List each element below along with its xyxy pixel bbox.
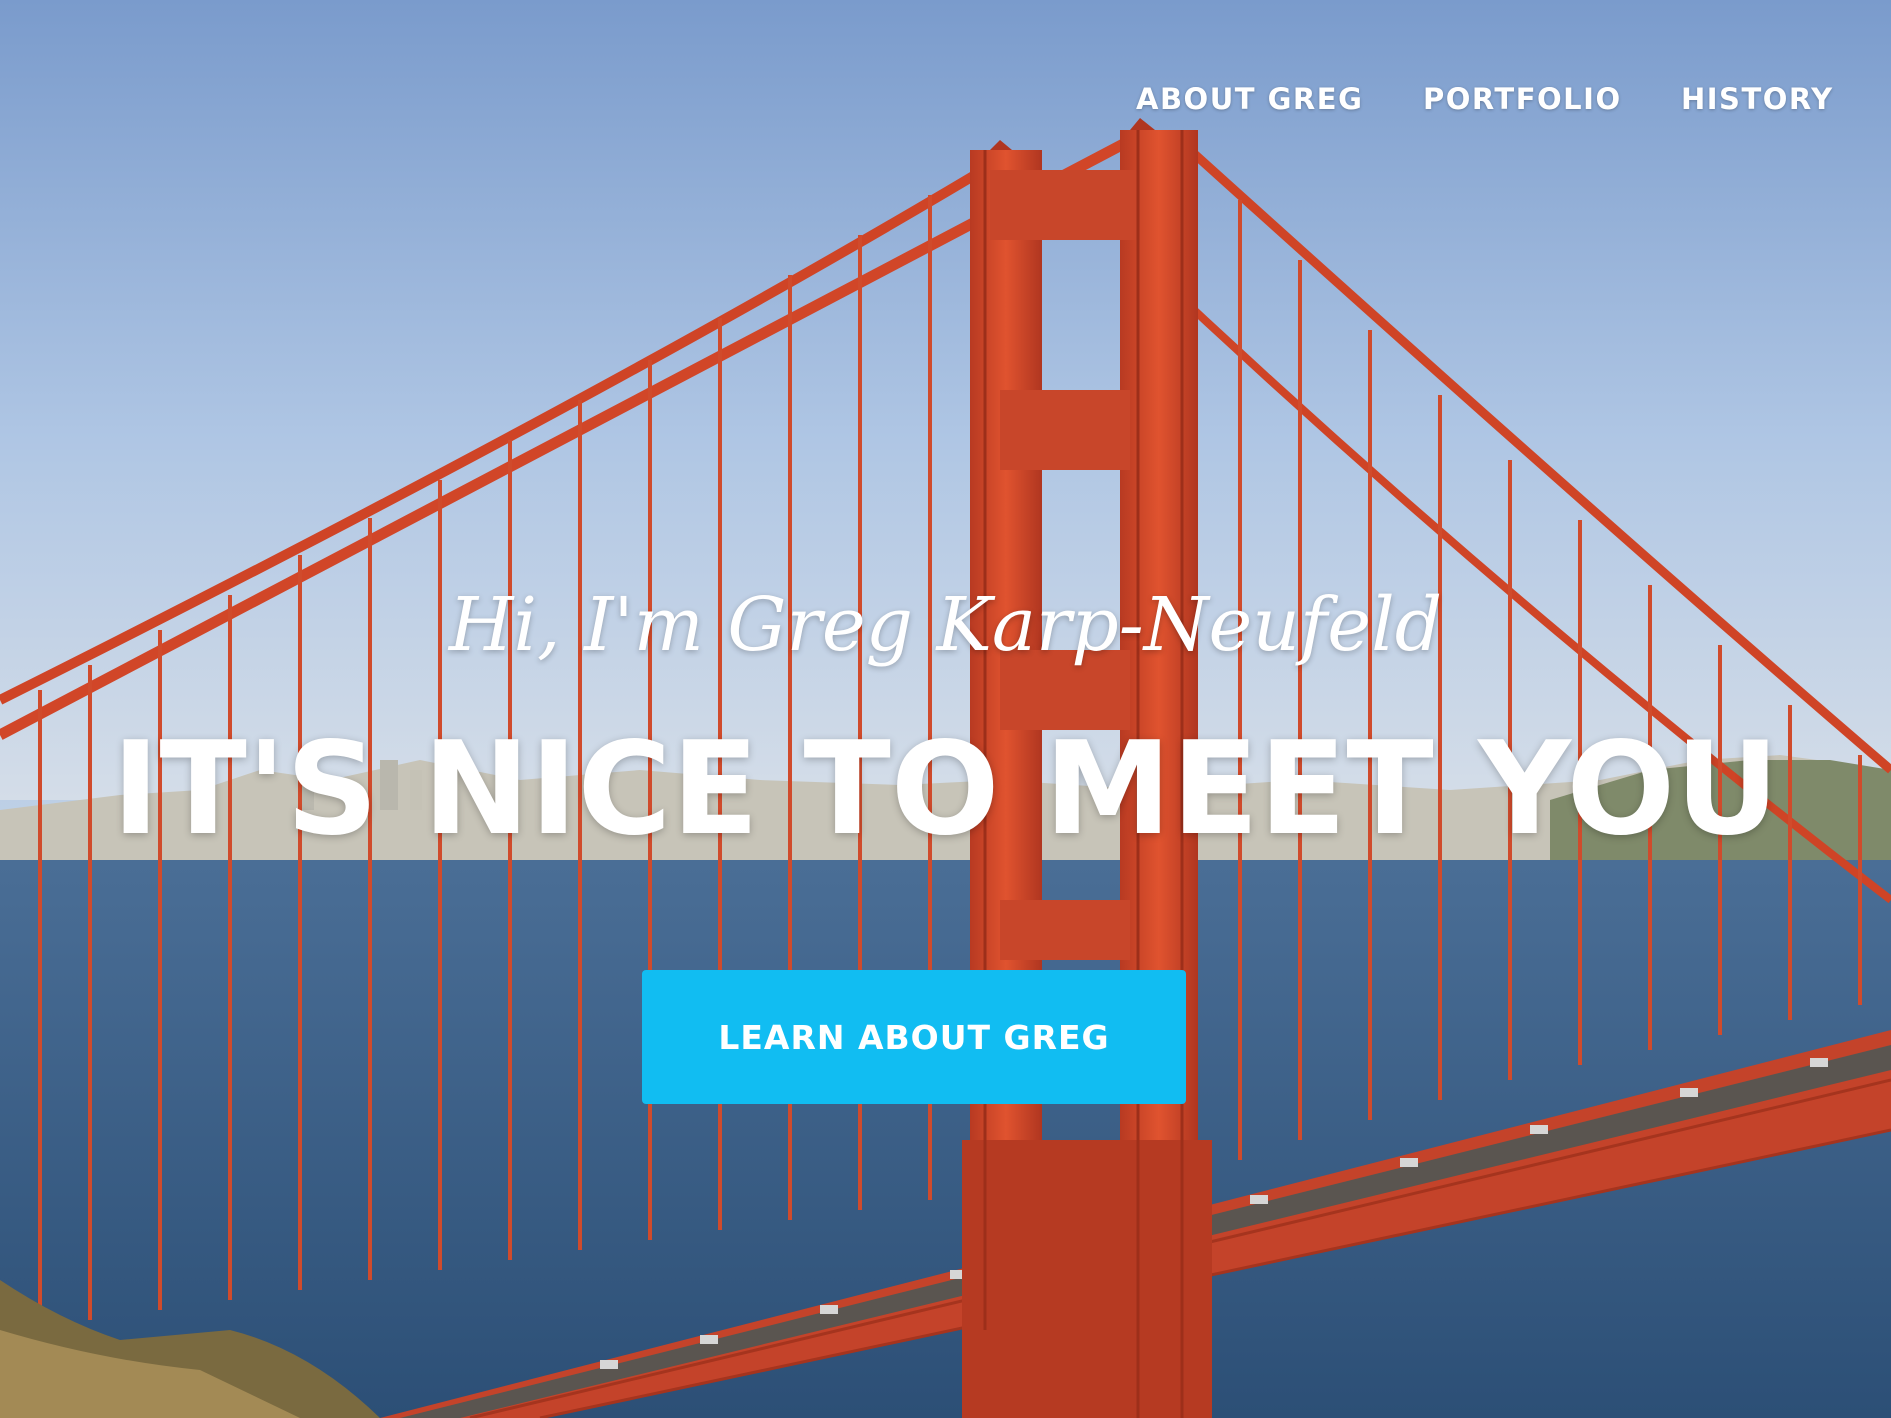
learn-about-greg-button[interactable]: LEARN ABOUT GREG bbox=[642, 970, 1186, 1104]
golden-gate-bridge-image bbox=[0, 0, 1891, 1418]
nav-item-about-greg[interactable]: ABOUT GREG bbox=[1136, 82, 1363, 116]
hero-section: ABOUT GREG PORTFOLIO HISTORY Hi, I'm Gre… bbox=[0, 0, 1891, 1418]
learn-about-greg-button-label: LEARN ABOUT GREG bbox=[718, 1017, 1110, 1057]
hero-headline: IT'S NICE TO MEET YOU bbox=[111, 715, 1780, 864]
nav-item-history[interactable]: HISTORY bbox=[1681, 82, 1834, 116]
hero-intro-text: Hi, I'm Greg Karp-Neufeld bbox=[448, 582, 1443, 668]
main-navigation: ABOUT GREG PORTFOLIO HISTORY bbox=[0, 82, 1891, 122]
nav-item-portfolio[interactable]: PORTFOLIO bbox=[1423, 82, 1622, 116]
